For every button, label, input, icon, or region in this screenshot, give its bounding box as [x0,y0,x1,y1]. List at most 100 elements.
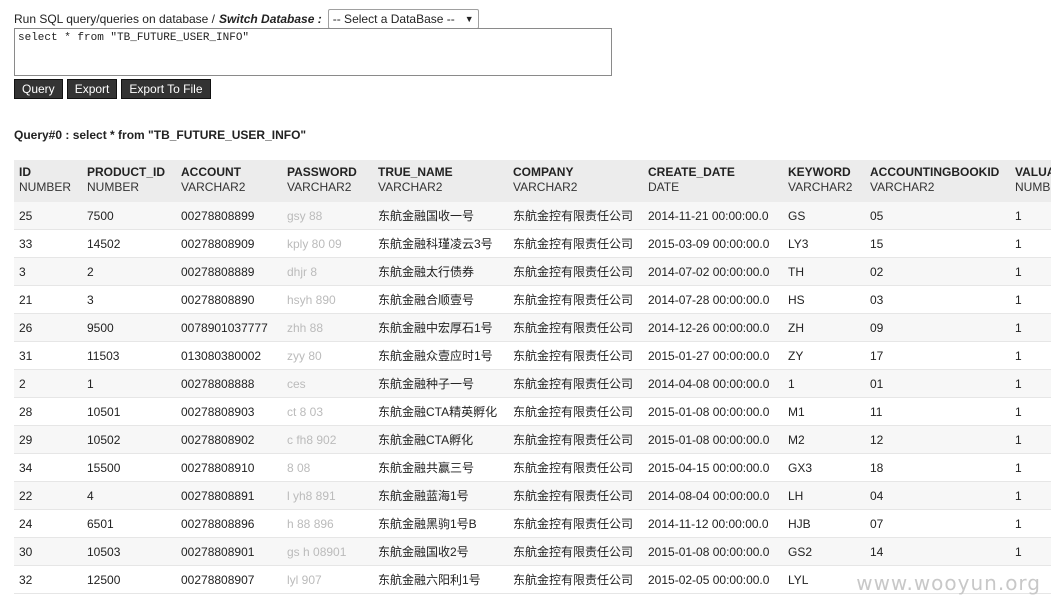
table-row[interactable]: 22 4 00278808891 l yh8 891 东航金融蓝海1号 东航金控有限责任公… [14,481,1051,510]
table-cell: lyl 907 [282,565,373,594]
table-cell: 15 [865,229,1010,258]
table-cell: c fh8 902 [282,425,373,454]
table-cell: 东航金融太行债券 [373,257,508,286]
table-row[interactable]: 31 11503 013080380002 zyy 80 东航金融众壹应时1号 东航金控有… [14,341,1051,370]
column-type: VARCHAR2 [378,180,443,194]
column-header: PRODUCT_ID NUMBER [82,160,176,202]
table-cell: 8 08 [282,453,373,482]
database-select[interactable]: -- Select a DataBase -- ▼ [327,9,479,29]
table-cell: 东航金控有限责任公司 [508,257,643,286]
table-cell: 东航金融CTA精英孵化 [373,397,508,426]
table-cell: 1 [1010,369,1051,398]
table-cell: l yh8 891 [282,481,373,510]
table-cell: 00278808903 [176,397,282,426]
table-cell: 东航金融众壹应时1号 [373,341,508,370]
table-cell: 12 [865,425,1010,454]
table-cell: 2015-04-15 00:00:00.0 [643,453,783,482]
table-cell: 1 [1010,537,1051,566]
table-row[interactable]: 25 7500 00278808899 gsy 88 东航金融国收一号 东航金控有限责任公… [14,202,1051,230]
table-cell: HS [783,285,865,314]
table-row[interactable]: 3 2 00278808889 dhjr 8 东航金融太行债券 东航金控有限责任公司 201… [14,257,1051,286]
table-cell: 00278808901 [176,537,282,566]
table-cell: 17 [865,341,1010,370]
table-cell: 东航金控有限责任公司 [508,509,643,538]
table-cell: GS [783,202,865,230]
column-name: ID [19,165,31,179]
table-cell: 11 [865,397,1010,426]
table-cell: 2 [82,257,176,286]
column-header: TRUE_NAME VARCHAR2 [373,160,508,202]
table-cell: 00278808889 [176,257,282,286]
table-cell: 14502 [82,229,176,258]
result-table-container[interactable]: ID NUMBER PRODUCT_ID NUMBER ACCOUNT VARCHAR2 P… [14,160,1051,609]
table-cell: 1 [1010,425,1051,454]
table-cell: 22 [14,481,82,510]
column-name: KEYWORD [788,165,851,179]
table-row[interactable]: 21 3 00278808890 hsyh 890 东航金融合顺壹号 东航金控有限责任公司… [14,285,1051,314]
table-cell: 2015-01-08 00:00:00.0 [643,425,783,454]
table-row[interactable]: 29 10502 00278808902 c fh8 902 东航金融CTA孵化 东航金控… [14,425,1051,454]
table-cell: 东航金控有限责任公司 [508,453,643,482]
column-header: PASSWORD VARCHAR2 [282,160,373,202]
table-cell: 00278808890 [176,285,282,314]
table-cell: 东航金控有限责任公司 [508,229,643,258]
table-cell: 1 [1010,341,1051,370]
column-name: VALUA [1015,165,1051,179]
table-cell: 1 [1010,285,1051,314]
table-cell: 10502 [82,425,176,454]
table-cell: 1 [82,369,176,398]
table-cell: zhh 88 [282,313,373,342]
table-cell: 东航金控有限责任公司 [508,369,643,398]
column-header: COMPANY VARCHAR2 [508,160,643,202]
table-cell: 2015-02-05 00:00:00.0 [643,565,783,594]
table-row[interactable]: 34 15500 00278808910 8 08 东航金融共赢三号 东航金控有限责任公司… [14,453,1051,482]
table-cell: 2014-04-08 00:00:00.0 [643,369,783,398]
table-cell: ct 8 03 [282,397,373,426]
table-row[interactable]: 28 10501 00278808903 ct 8 03 东航金融CTA精英孵化 东航金控… [14,397,1051,426]
sql-query-textarea[interactable]: select * from "TB_FUTURE_USER_INFO" [14,28,612,76]
switch-database-link[interactable]: Switch Database : [219,12,322,26]
table-cell: 00278808902 [176,425,282,454]
table-cell: 东航金融科瑾凌云3号 [373,229,508,258]
table-cell: GS2 [783,537,865,566]
table-row[interactable]: 30 10503 00278808901 gs h 08901 东航金融国收2号 东航金控… [14,537,1051,566]
table-header-row: ID NUMBER PRODUCT_ID NUMBER ACCOUNT VARCHAR2 P… [14,160,1051,202]
column-name: ACCOUNT [181,165,241,179]
column-type: VARCHAR2 [287,180,352,194]
table-cell: 013080380002 [176,341,282,370]
query-button[interactable]: Query [14,79,63,99]
table-cell: 东航金控有限责任公司 [508,341,643,370]
table-row[interactable]: 2 1 00278808888 ces 东航金融种子一号 东航金控有限责任公司 2014-0… [14,369,1051,398]
table-cell: 2014-07-28 00:00:00.0 [643,285,783,314]
table-cell: 30 [14,537,82,566]
export-to-file-button[interactable]: Export To File [121,79,211,99]
table-cell: 2014-07-02 00:00:00.0 [643,257,783,286]
table-cell: HJB [783,509,865,538]
table-cell: 东航金融中宏厚石1号 [373,313,508,342]
table-cell: 32 [14,565,82,594]
run-sql-label: Run SQL query/queries on database / [14,12,216,26]
table-cell: ZH [783,313,865,342]
column-name: COMPANY [513,165,574,179]
export-button[interactable]: Export [66,79,118,99]
table-cell: 10501 [82,397,176,426]
table-row[interactable]: 33 14502 00278808909 kply 80 09 东航金融科瑾凌云3号 东航… [14,229,1051,258]
table-cell: TH [783,257,865,286]
table-cell: 东航金融种子一号 [373,369,508,398]
table-cell: 10503 [82,537,176,566]
table-cell: 29 [14,425,82,454]
table-cell: 东航金融合顺壹号 [373,285,508,314]
table-cell: 东航金融CTA孵化 [373,425,508,454]
column-header: KEYWORD VARCHAR2 [783,160,865,202]
column-type: DATE [648,180,680,194]
table-cell: LH [783,481,865,510]
table-row[interactable]: 26 9500 0078901037777 zhh 88 东航金融中宏厚石1号 东航金控有… [14,313,1051,342]
table-cell: 1 [783,369,865,398]
table-cell: 01 [865,369,1010,398]
table-cell: 东航金融六阳利1号 [373,565,508,594]
table-row[interactable]: 24 6501 00278808896 h 88 896 东航金融黑驹1号B 东航金控有限… [14,509,1051,538]
table-cell: 2015-01-27 00:00:00.0 [643,341,783,370]
table-cell: hsyh 890 [282,285,373,314]
table-cell: 东航金融共赢三号 [373,453,508,482]
table-cell: GX3 [783,453,865,482]
